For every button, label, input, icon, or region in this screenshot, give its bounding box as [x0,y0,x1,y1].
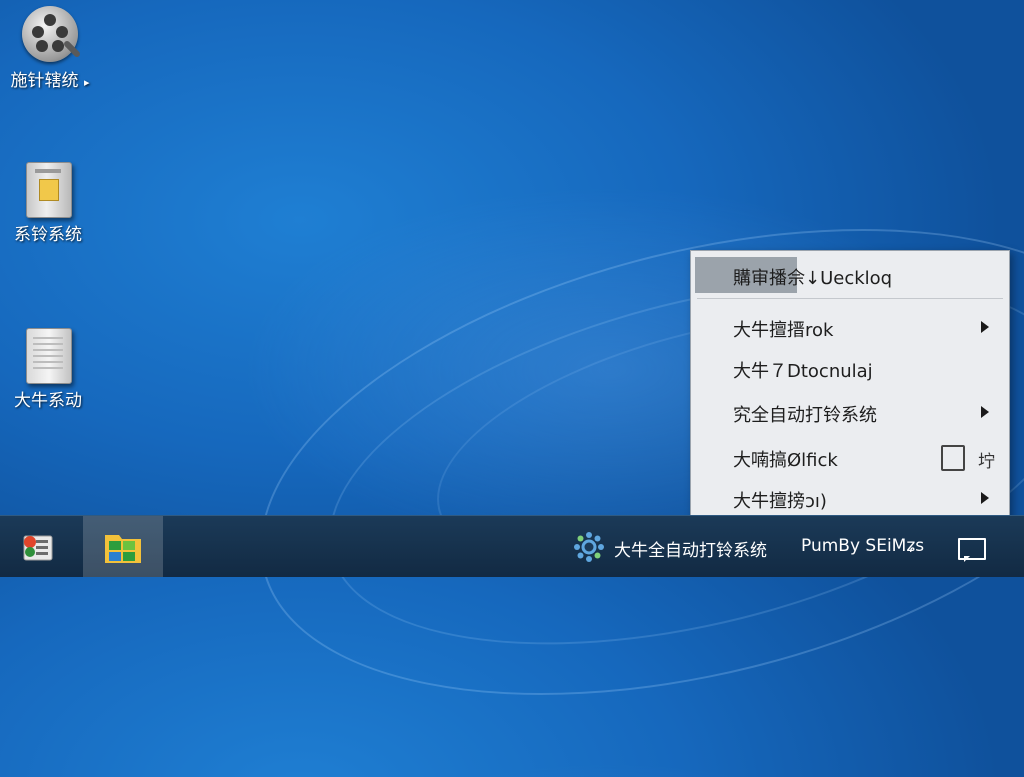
submenu-arrow-icon [981,321,989,333]
desktop-icon-label: 系铃系统 [14,225,82,245]
cabinet-icon [20,160,76,218]
menu-item-label: 大牛７Dtocnulaj [733,361,873,382]
taskbar-app-title[interactable]: 大牛全自动打铃系统 [614,536,767,561]
tray-status-text: PumBy SEiMʑs [801,536,925,556]
context-menu: 購审播佘↓Ueckloq 大牛擅搢rok 大牛７Dtocnulaj 究全自动打铃… [690,250,1010,522]
submenu-arrow-icon [981,492,989,504]
taskbar-app-button[interactable] [83,516,163,577]
folder-app-icon [105,535,141,563]
taskbar: 大牛全自动打铃系统 PumBy SEiMʑs [0,515,1024,577]
desktop-icon-label: 施针辖统 [10,71,79,91]
menu-item-label: 大牛擅搒ɔı) [733,491,827,512]
menu-item-label: 究全自动打铃系统 [733,405,877,426]
notification-chat-icon[interactable] [958,538,986,562]
menu-shortcut: 坾 [978,452,995,472]
menu-item-1[interactable]: 購审播佘↓Ueckloq [691,255,1009,295]
menu-item-label: 大喃搞Ølfick [733,450,838,471]
film-reel-magnifier-icon [22,6,82,62]
start-app-icon [23,535,53,561]
submenu-arrow-icon [981,406,989,418]
menu-item-3[interactable]: 大牛７Dtocnulaj [691,348,1009,388]
menu-separator [697,298,1003,299]
menu-item-label: 購审播佘↓Ueckloq [733,268,893,289]
menu-item-5[interactable]: 大喃搞Ølfick 坾 [691,437,1009,477]
desktop-icon-label: 大牛系动 [14,391,82,411]
desktop-icon-1[interactable]: 施针辖统 ▸ [2,6,98,91]
menu-item-6[interactable]: 大牛擅搒ɔı) [691,478,1009,518]
menu-item-label: 大牛擅搢rok [733,320,834,341]
desktop-icon-2[interactable]: 系铃系统 [0,160,96,245]
menu-item-4[interactable]: 究全自动打铃系统 [691,392,1009,432]
menu-item-2[interactable]: 大牛擅搢rok [691,307,1009,347]
server-box-icon [20,326,76,384]
bell-system-tray-icon[interactable] [572,530,606,564]
desktop-icon-3[interactable]: 大牛系动 [0,326,96,411]
keyboard-icon [941,445,965,471]
start-button[interactable] [0,516,80,577]
overlay-arrow-icon: ▸ [83,76,90,89]
